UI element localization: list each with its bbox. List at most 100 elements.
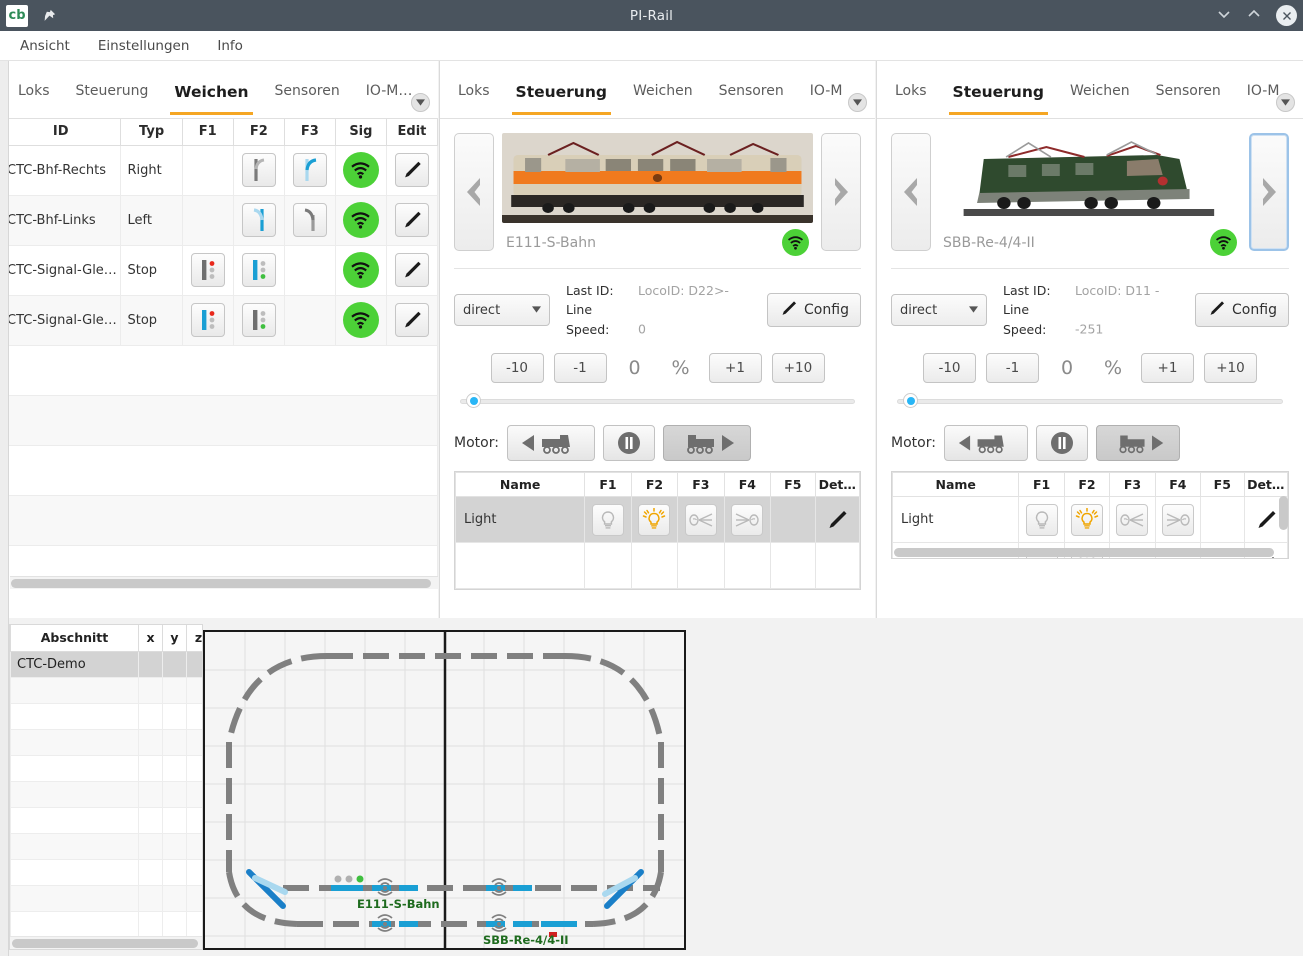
menu-ansicht[interactable]: Ansicht	[20, 38, 70, 54]
motor-pause-button-right[interactable]	[1036, 425, 1088, 461]
close-button[interactable]	[1276, 5, 1297, 26]
fn-f4-right[interactable]	[1155, 497, 1200, 543]
col-edit[interactable]: Edit	[386, 119, 437, 145]
fn-f4-mid[interactable]	[724, 497, 770, 543]
abschnitt-row-empty[interactable]	[11, 807, 204, 833]
pencil-icon[interactable]	[395, 153, 429, 187]
tab-loks-mid[interactable]: Loks	[458, 83, 490, 113]
maximize-button[interactable]	[1246, 6, 1262, 25]
table-row[interactable]: CTC-Bhf-Links Left	[1, 195, 438, 245]
speed-plus10-mid[interactable]: +10	[772, 353, 825, 383]
fcol-f2-right[interactable]: F2	[1064, 473, 1109, 497]
speed-plus1-mid[interactable]: +1	[709, 353, 762, 383]
fcol-f3-right[interactable]: F3	[1110, 473, 1155, 497]
scrollbar-thumb[interactable]	[11, 579, 431, 588]
tab-weichen-left[interactable]: Weichen	[174, 83, 248, 115]
bulb-on-icon[interactable]	[638, 504, 670, 536]
abschnitt-row-empty[interactable]	[11, 729, 204, 755]
pencil-icon[interactable]	[1250, 504, 1282, 536]
track-diagram-panel[interactable]: E111-S-Bahn SBB-Re-4/4-II	[203, 630, 686, 950]
col-sig[interactable]: Sig	[335, 119, 386, 145]
tab-sensoren-mid[interactable]: Sensoren	[719, 83, 784, 113]
bulb-on-icon[interactable]	[1071, 504, 1103, 536]
fcol-f3-mid[interactable]: F3	[678, 473, 724, 497]
wifi-green-icon[interactable]	[343, 252, 379, 288]
tab-sensoren-left[interactable]: Sensoren	[275, 83, 340, 113]
functions-table-container-right[interactable]: Name F1 F2 F3 F4 F5 Det… Light	[891, 471, 1289, 559]
switch-left-blue-icon[interactable]	[242, 203, 276, 237]
functions-hscrollbar-thumb-right[interactable]	[894, 548, 1274, 557]
scrollbar-thumb[interactable]	[12, 939, 198, 948]
cell-edit[interactable]	[386, 295, 437, 345]
cell-f3[interactable]	[284, 195, 335, 245]
cell-f2[interactable]	[233, 195, 284, 245]
cell-f1[interactable]	[182, 295, 233, 345]
cell-f2[interactable]	[233, 245, 284, 295]
functions-vscrollbar-thumb-right[interactable]	[1279, 496, 1288, 530]
slider-knob-mid[interactable]	[466, 393, 481, 408]
table-row-empty[interactable]	[1, 445, 438, 495]
slider-knob-right[interactable]	[903, 393, 918, 408]
prev-loco-button-right[interactable]	[891, 133, 931, 251]
pencil-icon[interactable]	[395, 253, 429, 287]
speed-minus1-right[interactable]: -1	[986, 353, 1039, 383]
tab-overflow-button-mid[interactable]	[848, 93, 867, 112]
fcol-det-mid[interactable]: Det…	[815, 473, 859, 497]
functions-row-empty-mid[interactable]	[456, 543, 860, 589]
tab-iom-left[interactable]: IO-M…	[366, 83, 413, 113]
wifi-green-icon[interactable]	[343, 202, 379, 238]
bulb-off-icon[interactable]	[1026, 504, 1058, 536]
motor-reverse-button-right[interactable]	[944, 425, 1028, 461]
abschnitt-row-empty[interactable]	[11, 911, 204, 937]
fn-f2-mid[interactable]	[631, 497, 677, 543]
fcol-f4-right[interactable]: F4	[1155, 473, 1200, 497]
cell-sig[interactable]	[335, 295, 386, 345]
functions-table-container-mid[interactable]: Name F1 F2 F3 F4 F5 Det… Light	[454, 471, 861, 590]
table-row[interactable]: CTC-Signal-Gle… Stop	[1, 295, 438, 345]
speed-plus1-right[interactable]: +1	[1141, 353, 1194, 383]
tab-weichen-mid[interactable]: Weichen	[633, 83, 693, 113]
fcol-f5-mid[interactable]: F5	[771, 473, 815, 497]
pencil-icon[interactable]	[395, 203, 429, 237]
minimize-button[interactable]	[1216, 6, 1232, 25]
pencil-icon[interactable]	[395, 303, 429, 337]
weichen-table-container[interactable]: ID Typ F1 F2 F3 Sig Edit CTC-Bhf-Rechts …	[0, 119, 438, 589]
col-f2[interactable]: F2	[233, 119, 284, 145]
next-loco-button-right[interactable]	[1249, 133, 1289, 251]
speed-minus10-right[interactable]: -10	[923, 353, 976, 383]
abschnitt-row-empty[interactable]	[11, 885, 204, 911]
tab-steuerung-mid[interactable]: Steuerung	[516, 83, 607, 115]
abs-col-z[interactable]: z	[187, 625, 204, 651]
abs-col-abschnitt[interactable]: Abschnitt	[11, 625, 139, 651]
cell-sig[interactable]	[335, 145, 386, 195]
tab-loks-left[interactable]: Loks	[18, 83, 50, 113]
motor-forward-button-right[interactable]	[1096, 425, 1180, 461]
cell-edit[interactable]	[386, 145, 437, 195]
speed-slider-mid[interactable]	[460, 393, 855, 409]
fn-det-mid[interactable]	[815, 497, 859, 543]
tab-iom-right[interactable]: IO-M	[1247, 83, 1280, 113]
abschnitt-row-empty[interactable]	[11, 859, 204, 885]
speed-plus10-right[interactable]: +10	[1204, 353, 1257, 383]
pencil-icon[interactable]	[821, 504, 853, 536]
table-row[interactable]: CTC-Signal-Gle… Stop	[1, 245, 438, 295]
col-f3[interactable]: F3	[284, 119, 335, 145]
signal-red-blue-icon[interactable]	[191, 303, 225, 337]
abs-col-x[interactable]: x	[139, 625, 163, 651]
abschnitt-row[interactable]: CTC-Demo	[11, 651, 204, 677]
fcol-f1-mid[interactable]: F1	[585, 473, 631, 497]
mode-select-mid[interactable]: direct	[454, 294, 550, 326]
table-row-empty[interactable]	[1, 495, 438, 545]
prev-loco-button-mid[interactable]	[454, 133, 494, 251]
menu-einstellungen[interactable]: Einstellungen	[98, 38, 190, 54]
abschnitt-row-empty[interactable]	[11, 677, 204, 703]
tab-loks-right[interactable]: Loks	[895, 83, 927, 113]
fn-f1-mid[interactable]	[585, 497, 631, 543]
fcol-f1-right[interactable]: F1	[1019, 473, 1064, 497]
functions-row-right[interactable]: Light	[893, 497, 1288, 543]
motor-reverse-button-mid[interactable]	[507, 425, 595, 461]
headlight-right-icon[interactable]	[731, 504, 763, 536]
tab-overflow-button-right[interactable]	[1276, 93, 1295, 112]
tab-steuerung-left[interactable]: Steuerung	[76, 83, 149, 113]
abschnitt-row-empty[interactable]	[11, 703, 204, 729]
